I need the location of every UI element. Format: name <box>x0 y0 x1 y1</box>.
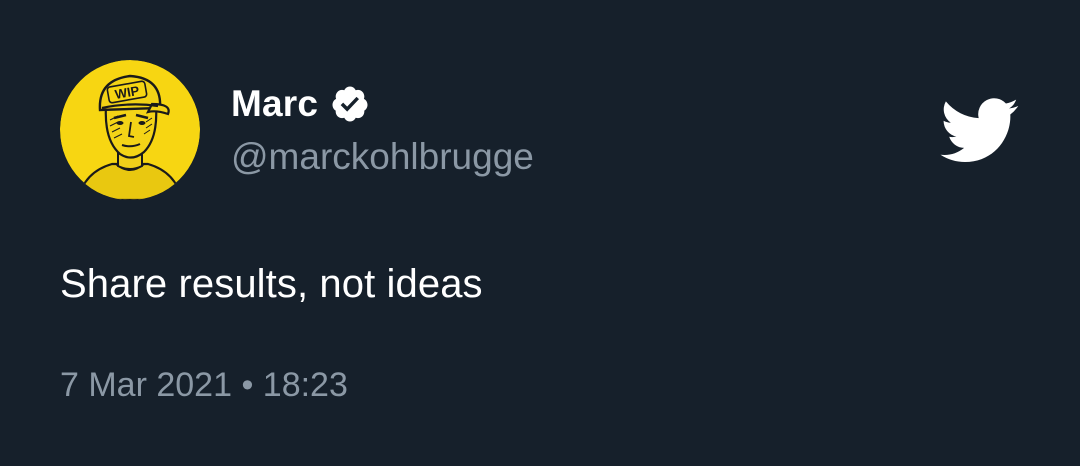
display-name[interactable]: Marc <box>231 83 318 125</box>
author-block: Marc @marckohlbrugge <box>231 82 534 178</box>
tweet-text: Share results, not ideas <box>60 262 483 306</box>
avatar[interactable]: WIP <box>60 60 200 200</box>
tweet-card: WIP Marc @marckohlbrugge Share results, … <box>0 0 1080 466</box>
tweet-timestamp[interactable]: 7 Mar 2021 • 18:23 <box>60 366 348 405</box>
twitter-bird-icon[interactable] <box>940 98 1020 164</box>
author-handle[interactable]: @marckohlbrugge <box>231 136 534 178</box>
display-name-row: Marc <box>231 82 534 126</box>
avatar-illustration: WIP <box>60 60 200 200</box>
verified-badge-icon <box>330 84 370 124</box>
